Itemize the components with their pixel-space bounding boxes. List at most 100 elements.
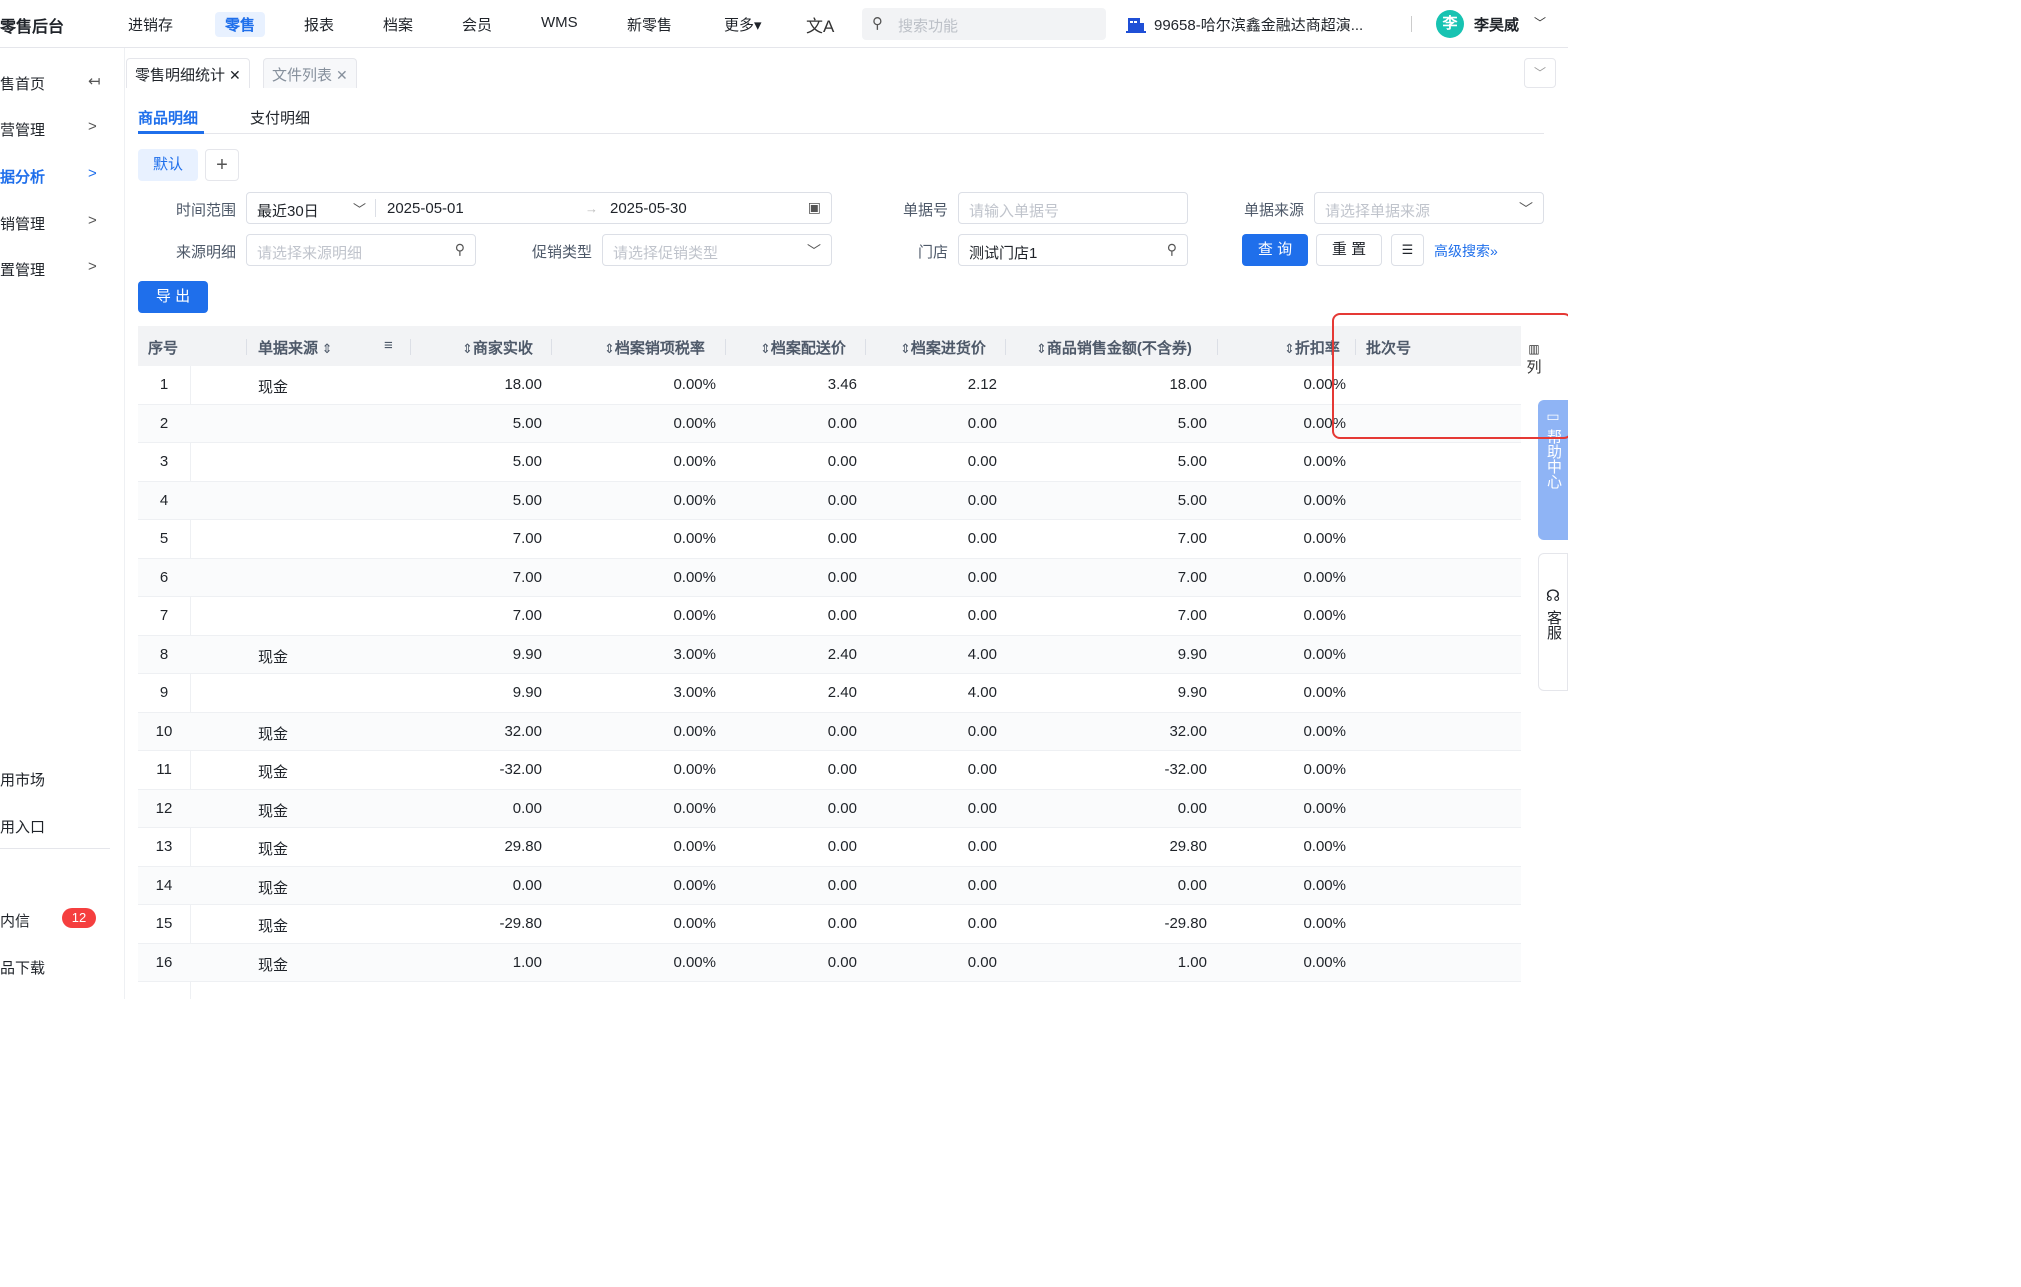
export-button[interactable]: 导 出: [138, 281, 208, 313]
cell-index: 14: [155, 876, 173, 894]
sort-icon[interactable]: ⇕: [604, 341, 615, 356]
sidebar-item-downloads[interactable]: 品下载: [0, 948, 124, 984]
date-start-value[interactable]: 2025-05-01: [387, 200, 464, 217]
query-button[interactable]: 查 询: [1242, 234, 1308, 266]
close-icon[interactable]: ✕: [229, 67, 241, 83]
table-row[interactable]: 11 现金 -32.00 0.00% 0.00 0.00 -32.00 0.00%: [138, 751, 1521, 790]
table-row[interactable]: 4 5.00 0.00% 0.00 0.00 5.00 0.00%: [138, 481, 1521, 520]
doc-source-select[interactable]: 请选择单据来源 ﹀: [1314, 192, 1544, 224]
store-switcher[interactable]: 99658-哈尔滨鑫金融达商超演...: [1154, 14, 1363, 35]
nav-retail[interactable]: 零售: [215, 12, 266, 37]
nav-inventory[interactable]: 进销存: [118, 12, 183, 37]
table-row[interactable]: 14 现金 0.00 0.00% 0.00 0.00 0.00 0.00%: [138, 866, 1521, 905]
cell-purchase-price: 0.00: [967, 915, 997, 932]
table-row[interactable]: 2 5.00 0.00% 0.00 0.00 5.00 0.00%: [138, 404, 1521, 443]
annotation-highlight-box: [1332, 313, 1568, 439]
table-row[interactable]: 13 现金 29.80 0.00% 0.00 0.00 29.80 0.00%: [138, 828, 1521, 867]
source-detail-input[interactable]: 请选择来源明细 ⚲: [246, 234, 476, 266]
calendar-icon[interactable]: ▣: [808, 199, 821, 216]
cell-merchant-received: 7.00: [512, 568, 542, 586]
sort-icon[interactable]: ⇕: [1036, 341, 1047, 356]
col-header-tax-rate[interactable]: ⇕档案销项税率: [604, 337, 705, 358]
translate-icon[interactable]: 文A: [806, 12, 834, 37]
tab-payment-detail[interactable]: 支付明细: [250, 107, 310, 128]
function-search-input[interactable]: ⚲ 搜索功能: [862, 8, 1106, 40]
table-row[interactable]: 6 7.00 0.00% 0.00 0.00 7.00 0.00%: [138, 558, 1521, 597]
table-row[interactable]: 10 现金 32.00 0.00% 0.00 0.00 32.00 0.00%: [138, 712, 1521, 751]
table-row[interactable]: 12 现金 0.00 0.00% 0.00 0.00 0.00 0.00%: [138, 789, 1521, 828]
sidebar-item-promotion[interactable]: 销管理 >: [0, 204, 124, 240]
tab-product-detail[interactable]: 商品明细: [138, 107, 198, 128]
col-header-merchant-received[interactable]: ⇕商家实收: [462, 337, 533, 358]
cell-index: 7: [159, 607, 169, 624]
col-header-delivery-price[interactable]: ⇕档案配送价: [760, 337, 846, 358]
sidebar-item-settings[interactable]: 置管理 >: [0, 250, 124, 286]
cell-tax-rate: 0.00%: [673, 761, 716, 778]
chevron-right-icon: >: [88, 258, 97, 275]
table-row[interactable]: 5 7.00 0.00% 0.00 0.00 7.00 0.00%: [138, 520, 1521, 559]
cell-sales-amount: 1.00: [1177, 953, 1207, 971]
table-row[interactable]: 8 现金 9.90 3.00% 2.40 4.00 9.90 0.00%: [138, 635, 1521, 674]
add-view-button[interactable]: +: [205, 149, 239, 181]
cell-purchase-price: 0.00: [967, 453, 997, 470]
col-header-sales-amount[interactable]: ⇕商品销售金额(不含券): [1036, 337, 1192, 358]
close-icon[interactable]: ✕: [336, 67, 348, 83]
table-row[interactable]: 1 现金 18.00 0.00% 3.46 2.12 18.00 0.00%: [138, 366, 1521, 405]
promo-type-select[interactable]: 请选择促销类型 ﹀: [602, 234, 832, 266]
sort-icon[interactable]: ⇕: [760, 341, 771, 356]
sidebar-item-app-entry[interactable]: 用入口: [0, 807, 124, 843]
store-input[interactable]: 测试门店1 ⚲: [958, 234, 1188, 266]
sidebar-item-label: 内信: [0, 913, 31, 930]
tab-retail-detail-stats[interactable]: 零售明细统计 ✕: [126, 58, 250, 88]
cell-index: 16: [155, 953, 173, 971]
date-end-value[interactable]: 2025-05-30: [610, 200, 687, 217]
nav-members[interactable]: 会员: [452, 12, 502, 37]
cell-index: 5: [159, 530, 169, 547]
customer-service-button[interactable]: ☊ 客服: [1538, 553, 1568, 691]
collapse-sidebar-icon[interactable]: ↤: [88, 72, 101, 90]
avatar[interactable]: 李: [1436, 10, 1464, 38]
tabs-dropdown-button[interactable]: ﹀: [1524, 58, 1556, 88]
user-name[interactable]: 李昊威: [1474, 14, 1519, 35]
column-menu-icon[interactable]: ≡: [384, 337, 393, 354]
sort-icon[interactable]: ⇕: [1284, 341, 1295, 356]
nav-more[interactable]: 更多▾: [714, 12, 772, 37]
nav-reports[interactable]: 报表: [294, 12, 344, 37]
sidebar-item-retail-home[interactable]: 售首页 ↤: [0, 64, 124, 100]
col-header-purchase-price[interactable]: ⇕档案进货价: [900, 337, 986, 358]
table-row[interactable]: 7 7.00 0.00% 0.00 0.00 7.00 0.00%: [138, 597, 1521, 636]
cell-sales-amount: 32.00: [1169, 722, 1207, 740]
doc-no-input[interactable]: 请输入单据号: [958, 192, 1188, 224]
filter-settings-icon[interactable]: ☰: [1391, 234, 1424, 266]
cell-index: 1: [159, 376, 169, 393]
column-divider: [1217, 339, 1218, 355]
table-row[interactable]: 16 现金 1.00 0.00% 0.00 0.00 1.00 0.00%: [138, 943, 1521, 982]
tab-file-list[interactable]: 文件列表 ✕: [263, 58, 357, 88]
chevron-down-icon[interactable]: ﹀: [353, 199, 366, 218]
top-divider: [1411, 16, 1412, 32]
chevron-down-icon[interactable]: ﹀: [1534, 14, 1546, 31]
col-header-doc-source[interactable]: 单据来源 ⇕: [258, 337, 333, 358]
sidebar-item-data-analysis[interactable]: 据分析 >: [0, 157, 124, 193]
reset-button[interactable]: 重 置: [1316, 234, 1382, 266]
sidebar-item-app-market[interactable]: 用市场: [0, 760, 124, 796]
search-icon[interactable]: ⚲: [1167, 241, 1177, 258]
nav-archive[interactable]: 档案: [373, 12, 423, 37]
time-range-picker[interactable]: 最近30日 ﹀ 2025-05-01 → 2025-05-30 ▣: [246, 192, 832, 224]
nav-wms[interactable]: WMS: [531, 12, 588, 33]
nav-new-retail[interactable]: 新零售: [617, 12, 682, 37]
column-divider: [1005, 339, 1006, 355]
sort-icon[interactable]: ⇕: [462, 341, 473, 356]
sidebar-item-operations[interactable]: 营管理 >: [0, 110, 124, 146]
table-row[interactable]: 3 5.00 0.00% 0.00 0.00 5.00 0.00%: [138, 443, 1521, 482]
cell-sales-amount: 29.80: [1169, 838, 1207, 855]
cell-merchant-received: 1.00: [512, 953, 542, 971]
sort-icon[interactable]: ⇕: [900, 341, 911, 356]
search-icon[interactable]: ⚲: [455, 241, 465, 258]
table-row[interactable]: 15 现金 -29.80 0.00% 0.00 0.00 -29.80 0.00%: [138, 905, 1521, 944]
cell-sales-amount: 9.90: [1177, 684, 1207, 701]
default-view-chip[interactable]: 默认: [138, 149, 198, 181]
sort-icon[interactable]: ⇕: [318, 341, 333, 356]
advanced-search-link[interactable]: 高级搜索»: [1434, 241, 1498, 261]
table-row[interactable]: 9 9.90 3.00% 2.40 4.00 9.90 0.00%: [138, 674, 1521, 713]
